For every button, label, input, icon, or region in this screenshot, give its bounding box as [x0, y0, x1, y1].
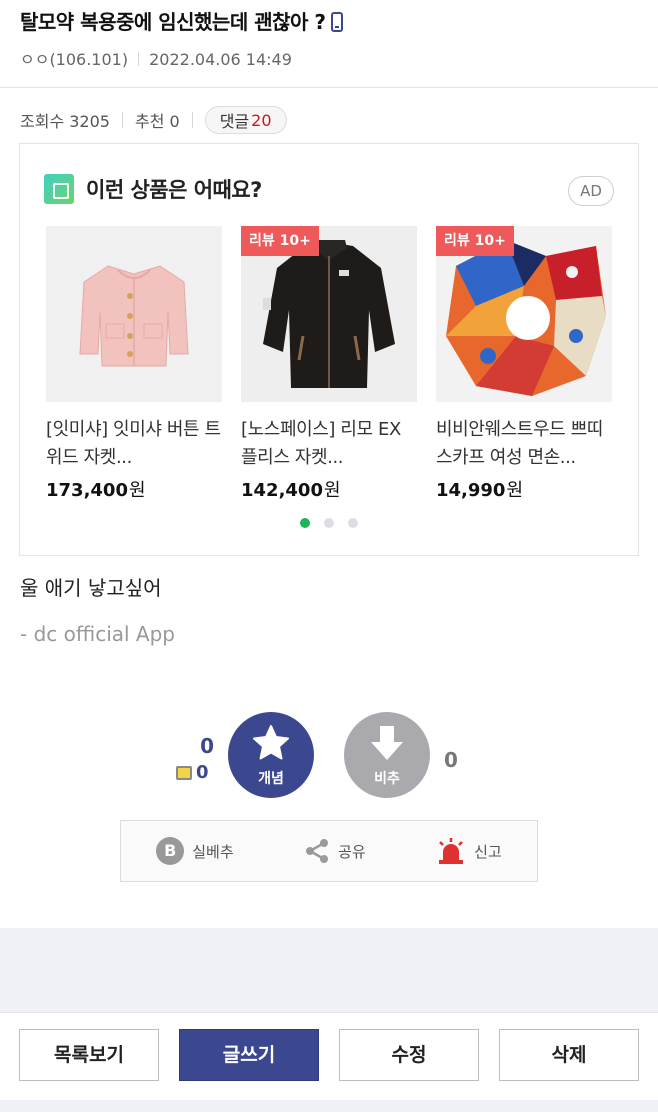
product-card[interactable]: [잇미샤] 잇미샤 버튼 트위드 자켓... 173,400원 — [46, 226, 222, 502]
fixed-user-icon — [176, 765, 192, 780]
divider — [191, 112, 193, 128]
ad-badge[interactable]: AD — [568, 176, 614, 206]
list-button[interactable]: 목록보기 — [19, 1029, 159, 1081]
price-value: 14,990 — [436, 480, 506, 501]
product-name[interactable]: [잇미샤] 잇미샤 버튼 트위드 자켓... — [46, 416, 222, 472]
price-currency: 원 — [506, 480, 524, 501]
post-stats: 조회수 3205 추천 0 댓글 20 — [20, 106, 287, 134]
section-divider — [0, 928, 658, 1012]
report-button[interactable]: 신고 — [436, 837, 502, 865]
share-icon — [304, 838, 330, 864]
arrow-down-icon — [371, 726, 403, 760]
best-recommend-label: 실베추 — [192, 842, 234, 861]
fixed-count-value: 0 — [196, 762, 209, 783]
product-price: 142,400원 — [241, 476, 417, 502]
product-image[interactable] — [46, 226, 222, 402]
review-tag: 리뷰 10+ — [436, 226, 514, 256]
post-title: 탈모약 복용중에 임신했는데 괜찮아 ? — [20, 6, 344, 35]
upvote-count: 0 — [200, 734, 214, 758]
post-source: - dc official App — [20, 622, 175, 646]
edit-button[interactable]: 수정 — [339, 1029, 479, 1081]
report-label: 신고 — [474, 842, 502, 861]
star-icon — [253, 725, 289, 760]
product-carousel: [잇미샤] 잇미샤 버튼 트위드 자켓... 173,400원 리뷰 10+ [… — [46, 226, 616, 506]
view-count: 조회수 3205 — [20, 112, 110, 131]
product-name[interactable]: [노스페이스] 리모 EX 플리스 자켓... — [241, 416, 417, 472]
carousel-dot[interactable] — [300, 518, 310, 528]
share-button[interactable]: 공유 — [304, 838, 366, 864]
post-title-text: 탈모약 복용중에 임신했는데 괜찮아 ? — [20, 10, 326, 34]
post-header: 탈모약 복용중에 임신했는데 괜찮아 ? ㅇㅇ(106.101) 2022.04.… — [0, 0, 658, 88]
ad-recommendation-box: 이런 상품은 어때요? AD [잇미샤] 잇미샤 버튼 트위드 자켓... 17… — [19, 143, 639, 556]
best-recommend-button[interactable]: B 실베추 — [156, 837, 234, 865]
author-name[interactable]: ㅇㅇ(106.101) — [20, 50, 128, 69]
delete-button[interactable]: 삭제 — [499, 1029, 639, 1081]
comment-label: 댓글 — [219, 112, 250, 131]
vote-area: 0 0 개념 비추 0 — [0, 700, 658, 810]
product-name[interactable]: 비비안웨스트우드 쁘띠스카프 여성 면손... — [436, 416, 612, 472]
upvote-button[interactable]: 개념 — [228, 712, 314, 798]
ad-title: 이런 상품은 어때요? — [86, 178, 262, 202]
upvote-label: 개념 — [258, 771, 284, 787]
product-price: 14,990원 — [436, 476, 612, 502]
product-image[interactable]: 리뷰 10+ — [436, 226, 612, 402]
fixed-upvote-count: 0 — [176, 762, 209, 783]
product-card[interactable]: 리뷰 10+ [노스페이스] 리모 EX 플리스 자켓... 142,400원 — [241, 226, 417, 502]
divider — [138, 52, 140, 66]
post-datetime: 2022.04.06 14:49 — [149, 50, 292, 69]
carousel-dots — [20, 518, 638, 528]
shopping-bag-icon — [44, 174, 74, 204]
post-body: 울 애기 낳고싶어 — [20, 576, 162, 600]
carousel-dot[interactable] — [348, 518, 358, 528]
price-currency: 원 — [128, 480, 146, 501]
comment-count-button[interactable]: 댓글 20 — [204, 106, 287, 134]
recommend-count: 추천 0 — [134, 112, 180, 131]
product-card[interactable]: 리뷰 10+ 비비안웨스트우드 쁘띠스카프 여성 면손... 14,990원 — [436, 226, 612, 502]
comment-count: 20 — [251, 110, 272, 130]
review-tag: 리뷰 10+ — [241, 226, 319, 256]
price-value: 142,400 — [241, 480, 323, 501]
bottom-button-bar: 목록보기 글쓰기 수정 삭제 — [0, 1012, 658, 1112]
carousel-dot[interactable] — [324, 518, 334, 528]
share-label: 공유 — [338, 842, 366, 861]
post-meta: ㅇㅇ(106.101) 2022.04.06 14:49 — [20, 46, 292, 70]
downvote-label: 비추 — [374, 771, 400, 787]
ad-header: 이런 상품은 어때요? — [44, 174, 262, 204]
siren-icon — [436, 837, 466, 865]
product-price: 173,400원 — [46, 476, 222, 502]
write-button[interactable]: 글쓰기 — [179, 1029, 319, 1081]
price-currency: 원 — [323, 480, 341, 501]
best-b-icon: B — [156, 837, 185, 865]
downvote-count: 0 — [444, 748, 458, 772]
price-value: 173,400 — [46, 480, 128, 501]
downvote-button[interactable]: 비추 — [344, 712, 430, 798]
post-action-bar: B 실베추 공유 신고 — [120, 820, 538, 882]
product-image[interactable]: 리뷰 10+ — [241, 226, 417, 402]
bottom-strip — [0, 1100, 658, 1112]
mobile-phone-icon — [331, 12, 344, 32]
divider — [121, 112, 123, 128]
